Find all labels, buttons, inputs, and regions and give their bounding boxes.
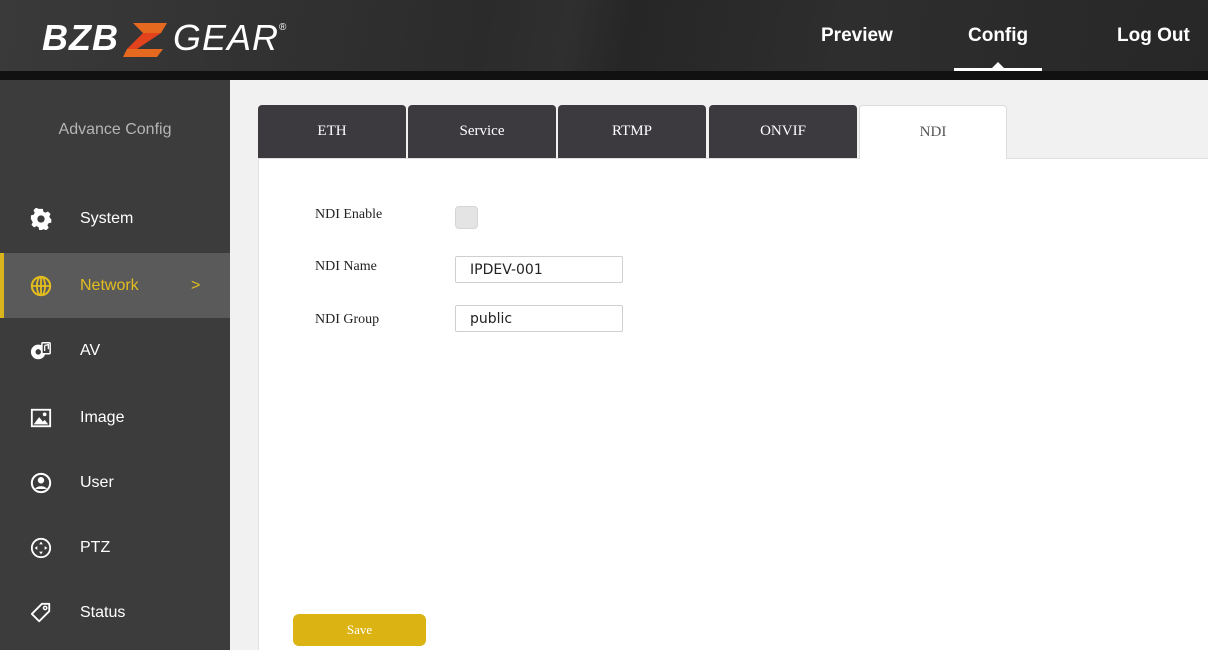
- sidebar-item-label: Status: [80, 603, 126, 621]
- brand-right: GEAR: [173, 17, 280, 58]
- tab-eth[interactable]: ETH: [258, 105, 406, 158]
- brand-logo: BZB GEAR ®: [42, 17, 287, 58]
- sidebar-item-network[interactable]: Network >: [0, 253, 230, 318]
- sidebar-item-label: User: [80, 473, 114, 491]
- gear-icon: [30, 207, 52, 230]
- config-panel: NDI Enable NDI Name NDI Group Save: [258, 158, 1208, 650]
- sidebar-title: Advance Config: [58, 121, 172, 138]
- ndi-name-label: NDI Name: [315, 259, 377, 274]
- nav-preview[interactable]: Preview: [821, 0, 893, 71]
- sidebar-item-user[interactable]: User: [0, 450, 230, 515]
- sidebar-item-ptz[interactable]: PTZ: [0, 515, 230, 580]
- nav-config-label: Config: [968, 24, 1029, 46]
- sidebar-item-image[interactable]: Image: [0, 385, 230, 450]
- sidebar-item-system[interactable]: System: [0, 186, 230, 251]
- sidebar-item-av[interactable]: AV: [0, 318, 230, 383]
- ndi-enable-label: NDI Enable: [315, 207, 383, 222]
- sidebar-item-label: Image: [80, 408, 125, 426]
- tab-rtmp[interactable]: RTMP: [558, 105, 706, 158]
- ndi-group-label: NDI Group: [315, 312, 380, 327]
- tag-icon: [30, 602, 51, 622]
- sidebar-item-label: System: [80, 209, 134, 227]
- ndi-enable-checkbox[interactable]: [455, 206, 478, 229]
- nav-logout[interactable]: Log Out: [1117, 0, 1190, 71]
- ndi-name-input[interactable]: [455, 256, 623, 283]
- top-header: BZB GEAR ® Preview Config Log Out: [0, 0, 1208, 80]
- sidebar-item-label: Network: [80, 276, 139, 294]
- nav-preview-label: Preview: [821, 24, 893, 46]
- ptz-icon: [30, 537, 52, 558]
- nav-config[interactable]: Config: [953, 0, 1043, 71]
- main-content: NDI Enable NDI Name NDI Group Save ETH S…: [230, 80, 1208, 650]
- tab-service[interactable]: Service: [408, 105, 556, 158]
- active-caret-icon: [992, 62, 1005, 68]
- nav-logout-label: Log Out: [1117, 24, 1190, 46]
- tab-ndi[interactable]: NDI: [859, 105, 1007, 159]
- ndi-group-input[interactable]: [455, 305, 623, 332]
- image-icon: [30, 408, 52, 427]
- tab-onvif[interactable]: ONVIF: [709, 105, 857, 158]
- sidebar-item-status[interactable]: Status: [0, 580, 230, 645]
- user-icon: [30, 472, 52, 493]
- brand-mark-icon: [123, 23, 167, 57]
- av-icon: [30, 341, 51, 359]
- chevron-right-icon: >: [191, 276, 201, 294]
- globe-icon: [30, 275, 52, 296]
- brand-left: BZB: [42, 17, 119, 58]
- save-button[interactable]: Save: [293, 614, 426, 646]
- sidebar-item-label: AV: [80, 341, 101, 359]
- registered-mark: ®: [279, 22, 287, 33]
- sidebar-item-label: PTZ: [80, 538, 111, 556]
- sidebar: Advance Config System Network > AV Image…: [0, 80, 230, 650]
